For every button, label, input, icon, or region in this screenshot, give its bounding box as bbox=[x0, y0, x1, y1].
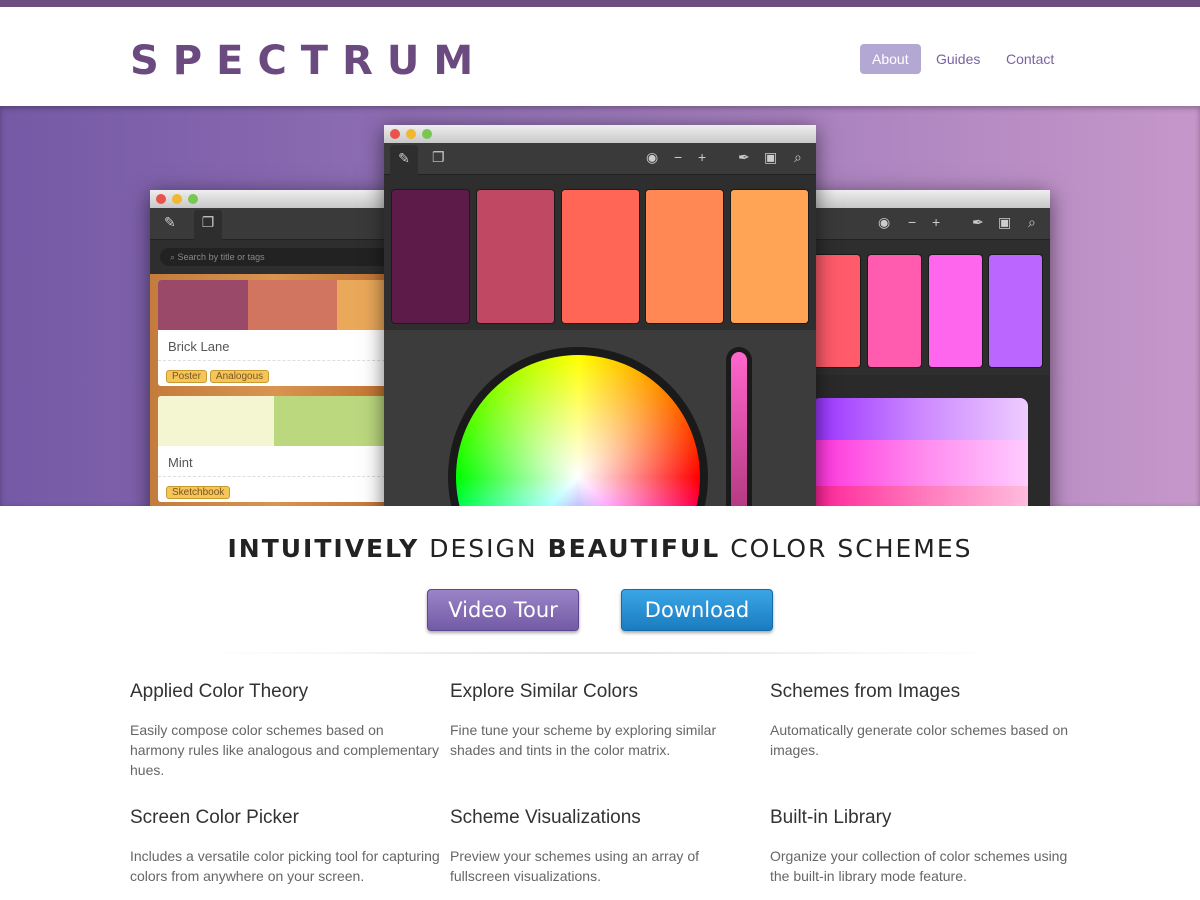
pencil-icon[interactable]: ✎ bbox=[390, 145, 418, 175]
feature-description: Fine tune your scheme by exploring simil… bbox=[450, 722, 717, 758]
color-matrix[interactable] bbox=[812, 398, 1028, 506]
pencil-icon[interactable]: ✎ bbox=[164, 214, 176, 231]
search-input[interactable]: ⌕ Search by title or tags bbox=[160, 248, 400, 266]
nav-guides[interactable]: Guides bbox=[924, 44, 992, 74]
download-button[interactable]: Download bbox=[621, 589, 773, 631]
feature-description: Preview your schemes using an array of f… bbox=[450, 848, 699, 884]
library-icon[interactable]: ❐ bbox=[432, 149, 445, 166]
feature-title: Schemes from Images bbox=[770, 681, 961, 702]
nav-about[interactable]: About bbox=[860, 44, 921, 74]
logo[interactable]: SPECTRUM bbox=[130, 38, 487, 84]
swatch[interactable] bbox=[562, 190, 639, 323]
search-icon[interactable]: ⌕ bbox=[1028, 214, 1036, 231]
library-icon[interactable]: ❐ bbox=[194, 210, 222, 240]
nav-contact[interactable]: Contact bbox=[994, 44, 1066, 74]
tag[interactable]: Poster bbox=[166, 370, 207, 383]
divider bbox=[180, 652, 1020, 654]
scheme-name: Brick Lane bbox=[158, 330, 400, 361]
search-placeholder: Search by title or tags bbox=[177, 252, 265, 262]
search-icon[interactable]: ⌕ bbox=[794, 149, 802, 166]
hero-screenshot: ✎ ❐ ⌕ Search by title or tags Brick Lane … bbox=[0, 106, 1200, 506]
minus-icon[interactable]: − bbox=[674, 149, 682, 165]
feature-description: Includes a versatile color picking tool … bbox=[130, 848, 440, 884]
feature-title: Applied Color Theory bbox=[130, 681, 309, 702]
camera-icon[interactable]: ▣ bbox=[764, 149, 777, 166]
eyedropper-icon[interactable]: ✒ bbox=[972, 214, 984, 231]
eye-icon[interactable]: ◉ bbox=[646, 149, 658, 166]
scheme-card[interactable]: Mint Sketchbook bbox=[158, 396, 400, 502]
scheme-name: Mint bbox=[158, 446, 400, 477]
editor-window: ✎ ❐ ◉ − + ✒ ▣ ⌕ bbox=[384, 125, 816, 506]
brightness-slider[interactable] bbox=[726, 347, 752, 506]
plus-icon[interactable]: + bbox=[932, 214, 940, 230]
minus-icon[interactable]: − bbox=[908, 214, 916, 230]
swatch[interactable] bbox=[646, 190, 723, 323]
feature-title: Screen Color Picker bbox=[130, 807, 299, 828]
swatch[interactable] bbox=[477, 190, 554, 323]
video-tour-button[interactable]: Video Tour bbox=[427, 589, 579, 631]
top-bar bbox=[0, 0, 1200, 7]
library-window: ✎ ❐ ⌕ Search by title or tags Brick Lane … bbox=[150, 190, 400, 506]
swatch[interactable] bbox=[731, 190, 808, 323]
feature-description: Organize your collection of color scheme… bbox=[770, 848, 1068, 884]
swatch[interactable] bbox=[392, 190, 469, 323]
library-toolbar: ✎ ❐ bbox=[150, 208, 400, 240]
feature-title: Scheme Visualizations bbox=[450, 807, 641, 828]
headline: INTUITIVELY DESIGN BEAUTIFUL COLOR SCHEM… bbox=[227, 534, 973, 563]
eyedropper-icon[interactable]: ✒ bbox=[738, 149, 750, 166]
plus-icon[interactable]: + bbox=[698, 149, 706, 165]
matrix-window: ◉ − + ✒ ▣ ⌕ bbox=[800, 190, 1050, 506]
library-list: Brick Lane Poster Analogous Mint Sketchbo… bbox=[150, 274, 400, 506]
tag[interactable]: Sketchbook bbox=[166, 486, 231, 499]
feature-description: Automatically generate color schemes bas… bbox=[770, 722, 1069, 758]
feature-description: Easily compose color schemes based on ha… bbox=[130, 722, 439, 778]
tag[interactable]: Analogous bbox=[209, 370, 270, 383]
feature-title: Explore Similar Colors bbox=[450, 681, 638, 702]
eye-icon[interactable]: ◉ bbox=[878, 214, 890, 231]
scheme-card[interactable]: Brick Lane Poster Analogous bbox=[158, 280, 400, 386]
feature-title: Built-in Library bbox=[770, 807, 892, 828]
camera-icon[interactable]: ▣ bbox=[998, 214, 1011, 231]
